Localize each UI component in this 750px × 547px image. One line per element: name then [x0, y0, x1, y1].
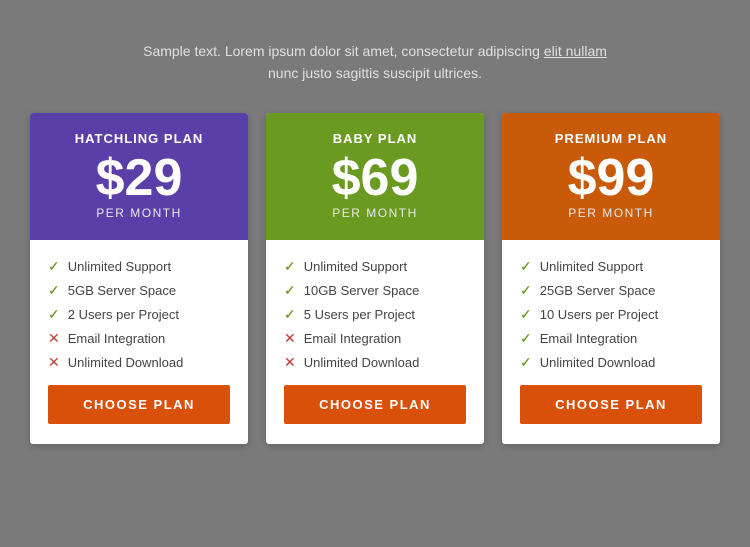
check-icon: ✓ — [284, 258, 296, 275]
plan-name-premium: PREMIUM PLAN — [555, 131, 667, 146]
feature-label-hatchling-0: Unlimited Support — [68, 259, 171, 274]
feature-item-premium-0: ✓ Unlimited Support — [520, 258, 702, 275]
plan-card-premium: PREMIUM PLAN $99 PER MONTH ✓ Unlimited Suppo… — [502, 113, 720, 444]
choose-plan-button-premium[interactable]: CHOOSE PLAN — [520, 385, 702, 424]
feature-label-premium-3: Email Integration — [540, 331, 638, 346]
plan-period-hatchling: PER MONTH — [96, 206, 182, 220]
plan-features-hatchling: ✓ Unlimited Support ✓ 5GB Server Space ✓ 2 Us… — [30, 240, 248, 385]
plan-price-premium: $99 — [568, 152, 655, 204]
feature-label-hatchling-2: 2 Users per Project — [68, 307, 179, 322]
plan-features-premium: ✓ Unlimited Support ✓ 25GB Server Space ✓ 10 … — [502, 240, 720, 385]
check-icon: ✓ — [520, 282, 532, 299]
feature-label-premium-1: 25GB Server Space — [540, 283, 656, 298]
feature-item-hatchling-2: ✓ 2 Users per Project — [48, 306, 230, 323]
plan-name-hatchling: HATCHLING PLAN — [75, 131, 204, 146]
choose-plan-button-baby[interactable]: CHOOSE PLAN — [284, 385, 466, 424]
plan-header-premium: PREMIUM PLAN $99 PER MONTH — [502, 113, 720, 240]
feature-item-baby-1: ✓ 10GB Server Space — [284, 282, 466, 299]
feature-item-baby-0: ✓ Unlimited Support — [284, 258, 466, 275]
feature-label-hatchling-1: 5GB Server Space — [68, 283, 176, 298]
page-subtitle: Sample text. Lorem ipsum dolor sit amet,… — [143, 40, 607, 85]
plan-header-baby: BABY PLAN $69 PER MONTH — [266, 113, 484, 240]
cross-icon: ✕ — [284, 330, 296, 347]
feature-item-hatchling-0: ✓ Unlimited Support — [48, 258, 230, 275]
plan-card-baby: BABY PLAN$69PER MONTH✓Unlimited Support✓… — [266, 113, 484, 444]
plan-period-baby: PER MONTH — [332, 206, 418, 220]
plan-features-baby: ✓ Unlimited Support ✓ 10GB Server Space ✓ 5 U… — [266, 240, 484, 385]
feature-label-baby-1: 10GB Server Space — [304, 283, 420, 298]
feature-label-hatchling-4: Unlimited Download — [68, 355, 184, 370]
plan-cta-premium: CHOOSE PLAN — [502, 385, 720, 444]
plans-container: HATCHLING PLAN $29 PER MONTH ✓ Unlimited Sup… — [20, 113, 730, 444]
feature-label-premium-0: Unlimited Support — [540, 259, 643, 274]
check-icon: ✓ — [520, 258, 532, 275]
feature-label-baby-3: Email Integration — [304, 331, 402, 346]
check-icon: ✓ — [284, 306, 296, 323]
feature-item-premium-3: ✓ Email Integration — [520, 330, 702, 347]
check-icon: ✓ — [284, 282, 296, 299]
cross-icon: ✕ — [48, 354, 60, 371]
plan-price-hatchling: $29 — [96, 152, 183, 204]
check-icon: ✓ — [520, 330, 532, 347]
feature-label-baby-2: 5 Users per Project — [304, 307, 415, 322]
feature-label-hatchling-3: Email Integration — [68, 331, 166, 346]
plan-cta-hatchling: CHOOSE PLAN — [30, 385, 248, 444]
check-icon: ✓ — [48, 258, 60, 275]
feature-item-premium-2: ✓ 10 Users per Project — [520, 306, 702, 323]
feature-item-hatchling-4: ✕ Unlimited Download — [48, 354, 230, 371]
cross-icon: ✕ — [284, 354, 296, 371]
feature-item-baby-3: ✕ Email Integration — [284, 330, 466, 347]
check-icon: ✓ — [520, 306, 532, 323]
plan-card-hatchling: HATCHLING PLAN $29 PER MONTH ✓ Unlimited Sup… — [30, 113, 248, 444]
feature-item-premium-4: ✓ Unlimited Download — [520, 354, 702, 371]
check-icon: ✓ — [48, 306, 60, 323]
feature-item-hatchling-3: ✕ Email Integration — [48, 330, 230, 347]
feature-item-premium-1: ✓ 25GB Server Space — [520, 282, 702, 299]
plan-header-hatchling: HATCHLING PLAN $29 PER MONTH — [30, 113, 248, 240]
feature-item-baby-4: ✕ Unlimited Download — [284, 354, 466, 371]
check-icon: ✓ — [520, 354, 532, 371]
feature-item-baby-2: ✓ 5 Users per Project — [284, 306, 466, 323]
feature-label-premium-4: Unlimited Download — [540, 355, 656, 370]
check-icon: ✓ — [48, 282, 60, 299]
feature-label-baby-0: Unlimited Support — [304, 259, 407, 274]
choose-plan-button-hatchling[interactable]: CHOOSE PLAN — [48, 385, 230, 424]
plan-cta-baby: CHOOSE PLAN — [266, 385, 484, 444]
feature-item-hatchling-1: ✓ 5GB Server Space — [48, 282, 230, 299]
plan-period-premium: PER MONTH — [568, 206, 654, 220]
feature-label-premium-2: 10 Users per Project — [540, 307, 659, 322]
feature-label-baby-4: Unlimited Download — [304, 355, 420, 370]
cross-icon: ✕ — [48, 330, 60, 347]
plan-name-baby: BABY PLAN — [333, 131, 418, 146]
plan-price-baby: $69 — [332, 152, 419, 204]
